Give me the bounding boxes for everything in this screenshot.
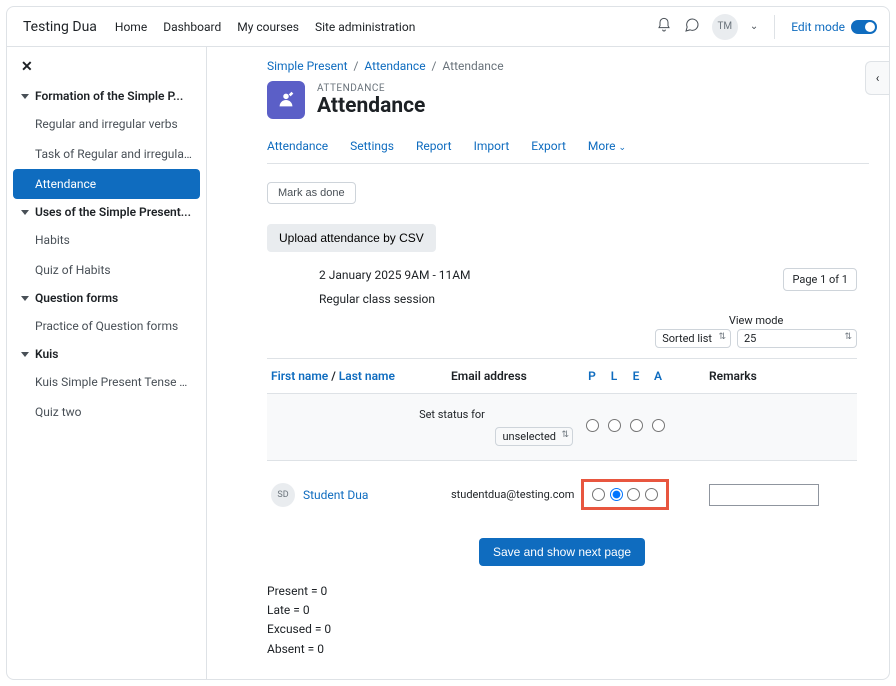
status-highlight (581, 479, 669, 510)
activity-tabs: Attendance Settings Report Import Export… (267, 133, 869, 164)
set-status-label: Set status for (331, 408, 573, 421)
perpage-select[interactable]: 25 (737, 329, 857, 348)
summary-present: Present = 0 (267, 582, 857, 601)
crumb-attendance[interactable]: Attendance (364, 59, 425, 73)
sidebar-item-attendance[interactable]: Attendance (13, 169, 200, 199)
tab-more[interactable]: More ⌄ (588, 133, 626, 163)
save-button[interactable]: Save and show next page (479, 538, 645, 566)
remarks-input[interactable] (709, 484, 819, 506)
tab-settings[interactable]: Settings (350, 133, 394, 163)
status-e-radio[interactable] (627, 488, 640, 501)
attendance-table: First name / Last name Email address P L… (267, 358, 857, 528)
section-header-formation[interactable]: Formation of the Simple P... (7, 83, 206, 109)
main-content: ‹ Simple Present / Attendance / Attendan… (207, 47, 889, 679)
summary-block: Present = 0 Late = 0 Excused = 0 Absent … (267, 582, 857, 659)
viewmode-select[interactable]: Sorted list (655, 329, 731, 348)
crumb-current: Attendance (442, 59, 503, 73)
sidebar-item-regular[interactable]: Regular and irregular verbs (7, 109, 206, 139)
summary-excused: Excused = 0 (267, 620, 857, 639)
upload-csv-button[interactable]: Upload attendance by CSV (267, 224, 436, 252)
th-email: Email address (451, 369, 581, 383)
crumb-course[interactable]: Simple Present (267, 59, 348, 73)
nav-home[interactable]: Home (115, 20, 147, 34)
sort-lastname[interactable]: Last name (339, 369, 395, 383)
section-header-uses[interactable]: Uses of the Simple Present... (7, 199, 206, 225)
tab-export[interactable]: Export (531, 133, 566, 163)
sidebar-item-practice[interactable]: Practice of Question forms (7, 311, 206, 341)
student-row: SD Student Dua studentdua@testing.com (267, 461, 857, 528)
toggle-switch-icon[interactable] (851, 20, 877, 34)
section-header-question[interactable]: Question forms (7, 285, 206, 311)
page-title: Attendance (317, 94, 425, 118)
tab-import[interactable]: Import (474, 133, 510, 163)
sidebar-item-quiztwo[interactable]: Quiz two (7, 397, 206, 427)
tab-attendance[interactable]: Attendance (267, 133, 328, 163)
summary-absent: Absent = 0 (267, 640, 857, 659)
sidebar-item-kuis1[interactable]: Kuis Simple Present Tense Ta... (7, 367, 206, 397)
attendance-icon (267, 81, 305, 119)
course-index-sidebar: ✕ Formation of the Simple P... Regular a… (7, 47, 207, 679)
nav-mycourses[interactable]: My courses (237, 20, 299, 34)
right-drawer-toggle[interactable]: ‹ (865, 61, 889, 95)
nav-dashboard[interactable]: Dashboard (163, 20, 221, 34)
edit-mode-toggle[interactable]: Edit mode (791, 20, 877, 34)
topnav: Home Dashboard My courses Site administr… (115, 20, 415, 34)
sidebar-item-habits[interactable]: Habits (7, 225, 206, 255)
mark-done-button[interactable]: Mark as done (267, 182, 356, 204)
chat-icon[interactable] (684, 17, 700, 37)
setall-a-radio[interactable] (652, 419, 665, 432)
status-p-radio[interactable] (592, 488, 605, 501)
user-menu-chevron-icon[interactable]: ⌄ (750, 21, 758, 32)
th-e[interactable]: E (625, 369, 647, 383)
th-l[interactable]: L (603, 369, 625, 383)
summary-late: Late = 0 (267, 601, 857, 620)
set-status-select[interactable]: unselected (495, 427, 573, 446)
breadcrumb: Simple Present / Attendance / Attendance (267, 59, 869, 73)
tab-report[interactable]: Report (416, 133, 452, 163)
sidebar-item-quiz-habits[interactable]: Quiz of Habits (7, 255, 206, 285)
th-remarks: Remarks (669, 369, 853, 383)
th-a[interactable]: A (647, 369, 669, 383)
close-icon[interactable]: ✕ (7, 55, 206, 83)
status-l-radio[interactable] (610, 488, 623, 501)
student-avatar: SD (271, 483, 295, 507)
nav-siteadmin[interactable]: Site administration (315, 20, 415, 34)
setall-e-radio[interactable] (630, 419, 643, 432)
chevron-down-icon: ⌄ (619, 143, 627, 153)
th-p[interactable]: P (581, 369, 603, 383)
setall-l-radio[interactable] (608, 419, 621, 432)
sort-firstname[interactable]: First name (271, 369, 328, 383)
student-email: studentdua@testing.com (451, 488, 581, 501)
sidebar-item-task[interactable]: Task of Regular and irregular... (7, 139, 206, 169)
setall-p-radio[interactable] (586, 419, 599, 432)
session-desc: Regular class session (319, 292, 471, 306)
overline: ATTENDANCE (317, 83, 425, 94)
edit-mode-label: Edit mode (791, 20, 845, 34)
viewmode-label: View mode (729, 314, 783, 327)
section-header-kuis[interactable]: Kuis (7, 341, 206, 367)
page-indicator: Page 1 of 1 (783, 268, 857, 291)
topbar: Testing Dua Home Dashboard My courses Si… (7, 7, 889, 47)
session-datetime: 2 January 2025 9AM - 11AM (319, 268, 471, 282)
brand[interactable]: Testing Dua (23, 19, 97, 35)
bell-icon[interactable] (656, 17, 672, 37)
student-name-link[interactable]: Student Dua (303, 488, 368, 502)
user-avatar[interactable]: TM (712, 14, 738, 40)
status-a-radio[interactable] (645, 488, 658, 501)
